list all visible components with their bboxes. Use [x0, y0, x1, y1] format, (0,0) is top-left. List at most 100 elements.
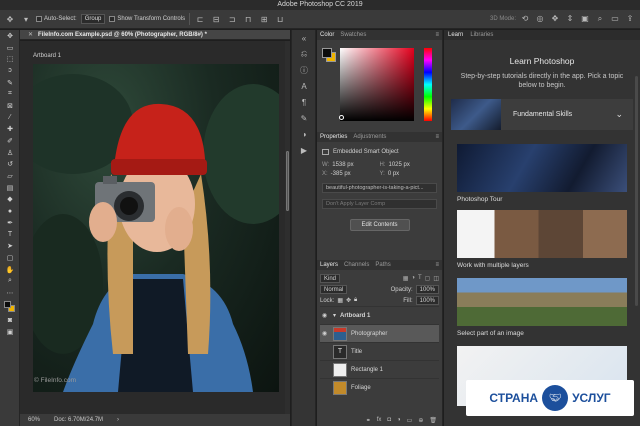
type-tool-icon[interactable]: T [0, 229, 20, 241]
panel-menu-icon[interactable]: ≡ [435, 32, 442, 38]
lock-position-icon[interactable]: ✥ [346, 297, 351, 304]
pen-tool-icon[interactable]: ✒ [0, 217, 20, 229]
align-left-icon[interactable]: ⊏ [194, 14, 206, 25]
layer-comp-select[interactable]: Don't Apply Layer Comp [322, 199, 437, 209]
x-field[interactable]: X: -385 px [322, 171, 380, 177]
fill-input[interactable]: 100% [415, 296, 439, 305]
y-value[interactable]: 0 px [388, 171, 399, 177]
rectangle-tool-icon[interactable]: ▢ [0, 252, 20, 264]
type-filter-icon[interactable]: T [418, 275, 422, 282]
fundamental-skills-section[interactable]: Fundamental Skills ⌄ [451, 99, 633, 130]
transform-controls-option[interactable]: Show Transform Controls [109, 16, 185, 22]
artboard-image[interactable] [33, 64, 279, 392]
panel-menu-icon[interactable]: ≡ [435, 134, 442, 140]
tab-color[interactable]: Color [320, 32, 334, 38]
hand-tool-icon[interactable]: ✋ [0, 264, 20, 276]
opacity-input[interactable]: 100% [415, 285, 439, 294]
height-field[interactable]: H: 1025 px [380, 162, 438, 168]
layer-row-photographer[interactable]: ◉ Photographer [320, 324, 439, 342]
new-layer-icon[interactable]: ⊕ [418, 417, 423, 424]
3d-drag-icon[interactable]: ✥ [549, 13, 561, 24]
chevron-down-icon[interactable]: ▾ [20, 14, 32, 25]
3d-slide-icon[interactable]: ⇕ [564, 13, 576, 24]
gradient-tool-icon[interactable]: ▤ [0, 182, 20, 194]
3d-rotate-icon[interactable]: ⟲ [519, 13, 531, 24]
auto-select-option[interactable]: Auto-Select: [36, 16, 77, 22]
actions-panel-icon[interactable]: ▶ [292, 142, 316, 158]
pixel-filter-icon[interactable]: ▦ [403, 275, 409, 282]
tutorial-card[interactable]: Photoshop Tour [457, 144, 627, 203]
move-tool-icon[interactable]: ✥ [0, 30, 20, 42]
expand-chevron-icon[interactable]: ▾ [333, 312, 336, 319]
tab-adjustments[interactable]: Adjustments [353, 134, 386, 140]
screen-mode-icon[interactable]: ▣ [0, 327, 20, 339]
quick-select-tool-icon[interactable]: ✎ [0, 77, 20, 89]
tutorial-card[interactable]: Select part of an image [457, 278, 627, 337]
shape-filter-icon[interactable]: ▢ [425, 275, 431, 282]
tutorial-card[interactable]: Work with multiple layers [457, 210, 627, 269]
add-mask-icon[interactable]: ◘ [387, 417, 391, 423]
frame-tool-icon[interactable]: ⊠ [0, 100, 20, 112]
color-swatches[interactable] [0, 299, 19, 315]
tab-swatches[interactable]: Swatches [340, 32, 366, 38]
tab-paths[interactable]: Paths [375, 262, 390, 268]
crop-tool-icon[interactable]: ⌗ [0, 88, 20, 100]
align-right-icon[interactable]: ⊐ [226, 14, 238, 25]
panel-menu-icon[interactable]: ≡ [435, 262, 442, 268]
more-tools-icon[interactable]: ⋯ [0, 287, 20, 299]
smart-filter-icon[interactable]: ◫ [433, 275, 439, 282]
history-brush-tool-icon[interactable]: ↺ [0, 159, 20, 171]
blend-mode-select[interactable]: Normal [320, 285, 348, 294]
doc-size[interactable]: Doc: 6.70M/24.7M [54, 417, 103, 423]
paragraph-panel-icon[interactable]: ¶ [292, 94, 316, 110]
history-panel-icon[interactable]: ⎌ [292, 46, 316, 62]
align-middle-icon[interactable]: ⊞ [258, 14, 270, 25]
layer-row-foliage[interactable]: Foliage [320, 378, 439, 396]
hue-slider[interactable] [424, 48, 432, 121]
share-icon[interactable]: ⇪ [624, 13, 636, 24]
path-selection-tool-icon[interactable]: ➤ [0, 240, 20, 252]
brush-tool-icon[interactable]: ✐ [0, 135, 20, 147]
character-panel-icon[interactable]: A [292, 78, 316, 94]
eraser-tool-icon[interactable]: ▱ [0, 170, 20, 182]
height-value[interactable]: 1025 px [389, 162, 410, 168]
kind-filter-select[interactable]: Kind [320, 274, 341, 283]
tab-channels[interactable]: Channels [344, 262, 369, 268]
move-tool-icon[interactable]: ✥ [4, 14, 16, 25]
layer-row-rectangle[interactable]: Rectangle 1 [320, 360, 439, 378]
dodge-tool-icon[interactable]: ● [0, 205, 20, 217]
search-icon[interactable]: ⌕ [594, 13, 606, 24]
edit-contents-button[interactable]: Edit Contents [349, 219, 410, 231]
lock-all-icon[interactable]: 🔒︎ [354, 297, 357, 304]
close-icon[interactable]: ✕ [28, 31, 33, 38]
lasso-tool-icon[interactable]: ↄ [0, 65, 20, 77]
workspace-icon[interactable]: ▭ [609, 13, 621, 24]
canvas-scrollbar[interactable] [285, 41, 290, 414]
align-top-icon[interactable]: ⊓ [242, 14, 254, 25]
quick-mask-icon[interactable]: ◙ [0, 315, 20, 327]
3d-scale-icon[interactable]: ▣ [579, 13, 591, 24]
canvas-area[interactable]: Artboard 1 © FileInfo.com [20, 41, 290, 414]
visibility-eye-icon[interactable]: ◉ [320, 312, 329, 319]
auto-select-checkbox[interactable] [36, 16, 42, 22]
color-picker-field[interactable] [340, 48, 414, 121]
y-field[interactable]: Y: 0 px [380, 171, 438, 177]
scrollbar-thumb[interactable] [286, 151, 289, 211]
adjustments-panel-icon[interactable]: ◑ [292, 126, 316, 142]
auto-select-dropdown[interactable]: Group [80, 14, 106, 24]
layer-style-icon[interactable]: fx [377, 417, 382, 423]
tab-libraries[interactable]: Libraries [470, 32, 493, 38]
clone-stamp-tool-icon[interactable]: ♙ [0, 147, 20, 159]
x-value[interactable]: -385 px [331, 171, 351, 177]
tab-properties[interactable]: Properties [320, 134, 347, 140]
adjustment-filter-icon[interactable]: ◑ [411, 275, 415, 282]
adjustment-layer-icon[interactable]: ◑ [397, 417, 401, 423]
brush-panel-icon[interactable]: ✎ [292, 110, 316, 126]
3d-roll-icon[interactable]: ◎ [534, 13, 546, 24]
blur-tool-icon[interactable]: ◆ [0, 194, 20, 206]
layer-row-artboard[interactable]: ◉ ▾ Artboard 1 [320, 306, 439, 324]
new-group-icon[interactable]: ▭ [407, 417, 413, 424]
link-layers-icon[interactable]: ⚭ [366, 417, 371, 424]
linked-file-name[interactable]: beautiful-photographer-is-taking-a-pict.… [322, 183, 437, 193]
artboard-tool-icon[interactable]: ▭ [0, 42, 20, 54]
